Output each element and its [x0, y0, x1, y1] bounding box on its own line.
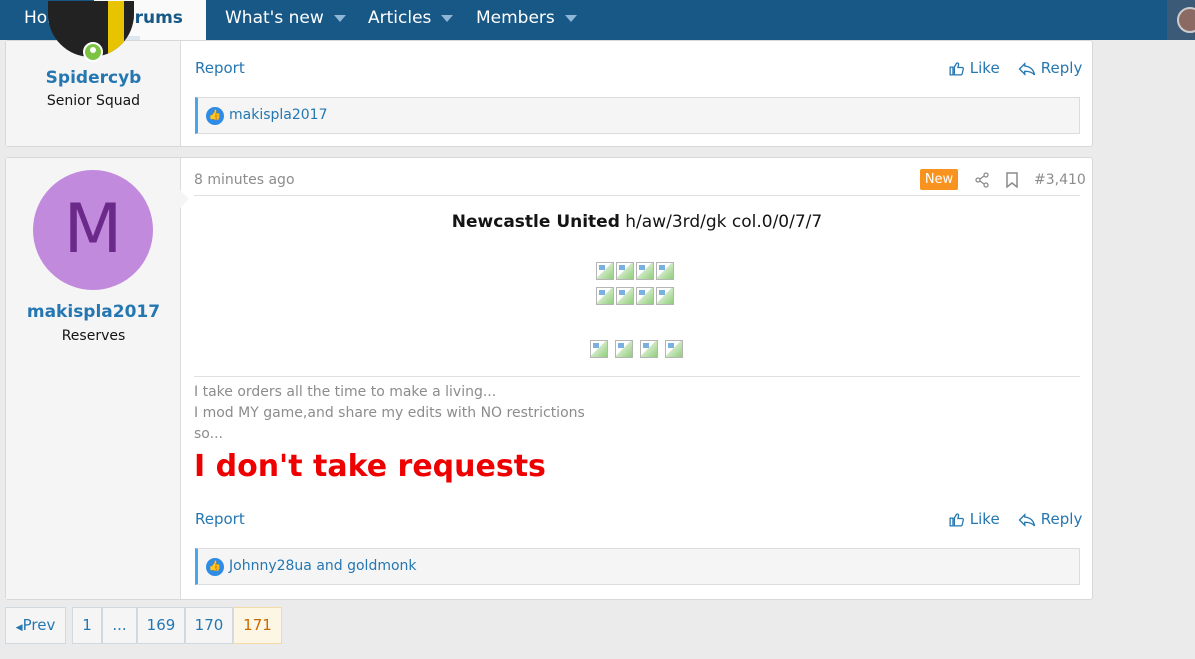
signature-line: I mod MY game,and share my edits with NO…: [194, 405, 585, 421]
nav-members-label: Members: [476, 8, 555, 28]
broken-image-icon: [665, 340, 683, 358]
team-info: h/aw/3rd/gk col.0/0/7/7: [619, 212, 823, 232]
report-link[interactable]: Report: [195, 59, 245, 77]
broken-image-icon: [596, 262, 614, 280]
signature-headline: I don't take requests: [194, 449, 546, 484]
username[interactable]: Spidercyb: [6, 68, 181, 88]
avatar[interactable]: M: [33, 170, 153, 290]
pagination-page[interactable]: 169: [137, 607, 185, 644]
broken-image-icon: [636, 287, 654, 305]
pagination-current-page[interactable]: 171: [233, 607, 282, 644]
reactions-bar: 👍 Johnny28ua and goldmonk: [195, 548, 1080, 585]
broken-image-icon: [656, 262, 674, 280]
chevron-down-icon[interactable]: [333, 14, 346, 22]
post-time[interactable]: 8 minutes ago: [194, 172, 295, 188]
new-badge: New: [920, 169, 958, 190]
message-arrow: [180, 190, 189, 208]
like-label: Like: [969, 510, 1000, 528]
top-navigation: Home Forums What's new Articles Members: [0, 0, 1195, 76]
thumbs-up-icon: [949, 513, 964, 527]
online-status-icon: [83, 42, 103, 62]
pagination-prev[interactable]: ◀Prev: [5, 607, 66, 644]
prev-label: Prev: [22, 616, 56, 634]
signature-line: I take orders all the time to make a liv…: [194, 384, 497, 400]
avatar-letter: M: [63, 190, 123, 269]
broken-image-icon: [590, 340, 608, 358]
post-user-column: M makispla2017 Reserves: [6, 158, 189, 599]
like-button[interactable]: Like: [948, 59, 1000, 77]
broken-image-icon: [596, 287, 614, 305]
report-link[interactable]: Report: [195, 510, 245, 528]
divider: [194, 195, 1080, 196]
nav-whats-new[interactable]: What's new: [225, 0, 346, 40]
pagination-page[interactable]: 170: [185, 607, 233, 644]
avatar[interactable]: [1177, 7, 1195, 33]
reply-icon: [1018, 61, 1036, 76]
reaction-users[interactable]: Johnny28ua and goldmonk: [229, 558, 417, 574]
caret-left-icon: ◀: [15, 623, 23, 633]
reply-label: Reply: [1040, 59, 1083, 77]
post-headline: Newcastle United h/aw/3rd/gk col.0/0/7/7: [194, 212, 1080, 232]
reply-icon: [1018, 512, 1036, 527]
reply-label: Reply: [1040, 510, 1083, 528]
reply-button[interactable]: Reply: [1018, 510, 1082, 528]
nav-whats-new-label: What's new: [225, 8, 324, 28]
reply-button[interactable]: Reply: [1018, 59, 1082, 77]
kit-images-row-2: [596, 287, 674, 305]
post-number[interactable]: #3,410: [1034, 172, 1086, 188]
username[interactable]: makispla2017: [6, 302, 181, 322]
thumbs-up-icon: [949, 62, 964, 76]
pagination-ellipsis[interactable]: ...: [102, 607, 137, 644]
nav-articles[interactable]: Articles: [368, 0, 454, 40]
broken-image-icon: [636, 262, 654, 280]
like-label: Like: [969, 59, 1000, 77]
post-makispla2017: M makispla2017 Reserves 8 minutes ago Ne…: [5, 157, 1093, 600]
account-avatar-area[interactable]: [1167, 0, 1195, 40]
broken-image-icon: [656, 287, 674, 305]
chevron-down-icon[interactable]: [441, 14, 454, 22]
broken-image-icon: [640, 340, 658, 358]
broken-image-icon: [615, 340, 633, 358]
like-reaction-icon: 👍: [206, 558, 224, 576]
post-spidercyb: Spidercyb Senior Squad Report Like Reply…: [5, 1, 1093, 147]
team-name: Newcastle United: [451, 212, 620, 232]
kit-images-row-1: [596, 262, 674, 280]
pagination-page[interactable]: 1: [72, 607, 102, 644]
like-reaction-icon: 👍: [206, 107, 224, 125]
like-button[interactable]: Like: [948, 510, 1000, 528]
signature-line: so...: [194, 426, 223, 442]
nav-members[interactable]: Members: [476, 0, 577, 40]
post-user-column: Spidercyb Senior Squad: [6, 1, 181, 146]
broken-image-icon: [616, 287, 634, 305]
user-title: Reserves: [61, 328, 126, 344]
chevron-down-icon[interactable]: [564, 14, 577, 22]
reaction-users[interactable]: makispla2017: [229, 107, 328, 123]
signature-divider: [194, 376, 1080, 377]
kit-images-row-3: [590, 340, 683, 358]
bookmark-icon[interactable]: [1005, 172, 1019, 188]
broken-image-icon: [616, 262, 634, 280]
reactions-bar: 👍 makispla2017: [195, 97, 1080, 134]
user-title: Senior Squad: [46, 93, 141, 109]
share-icon[interactable]: [974, 172, 990, 188]
nav-articles-label: Articles: [368, 8, 432, 28]
